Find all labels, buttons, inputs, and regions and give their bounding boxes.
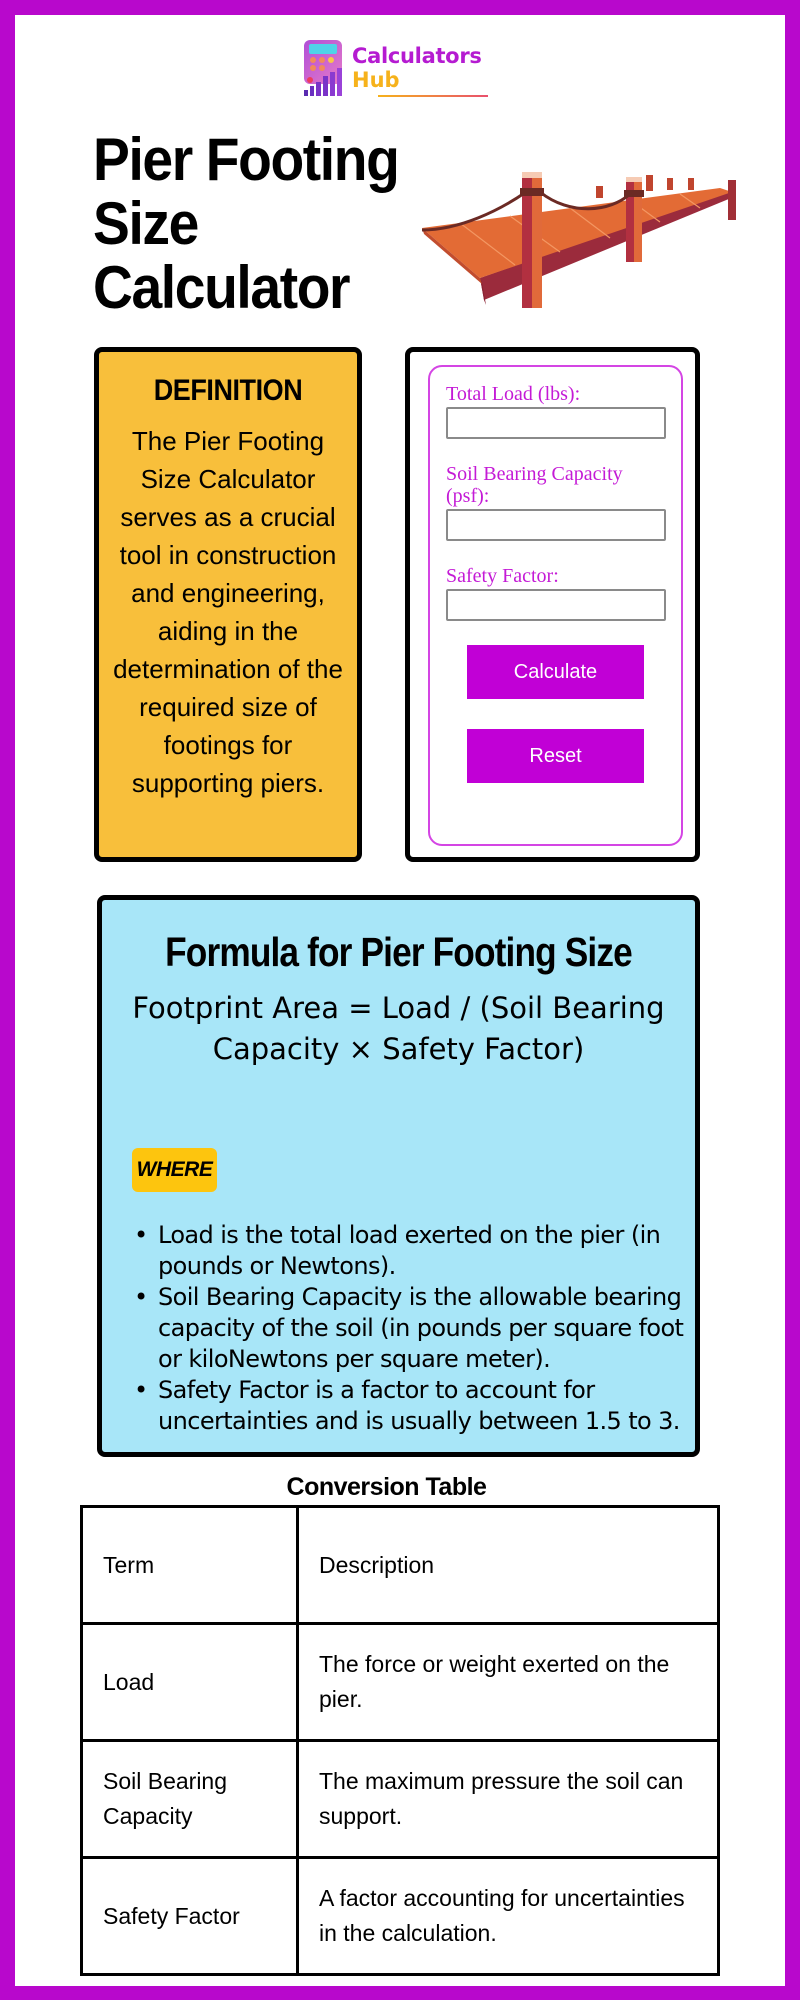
soil-bearing-group: Soil Bearing Capacity (psf):	[446, 463, 666, 541]
calculator-form: Total Load (lbs): Soil Bearing Capacity …	[428, 365, 683, 846]
table-row: Soil Bearing Capacity The maximum pressu…	[80, 1739, 720, 1859]
header-cell-term: Term	[80, 1505, 299, 1625]
calculator-card: Total Load (lbs): Soil Bearing Capacity …	[405, 347, 700, 862]
table-row: Safety Factor A factor accounting for un…	[80, 1856, 720, 1976]
term-cell: Safety Factor	[80, 1856, 299, 1976]
definition-text: The Pier Footing Size Calculator serves …	[113, 426, 343, 798]
table-title: Conversion Table	[286, 1473, 487, 1501]
brand-logo[interactable]: Calculators Hub	[302, 38, 492, 102]
calculator-bars-icon	[304, 40, 342, 96]
conversion-table: Term Description Load The force or weigh…	[80, 1505, 720, 1976]
safety-factor-label: Safety Factor:	[446, 565, 559, 587]
formula-heading: Formula for Pier Footing Size	[165, 929, 633, 975]
total-load-group: Total Load (lbs):	[446, 383, 666, 439]
safety-factor-group: Safety Factor:	[446, 565, 666, 621]
definition-card: DEFINITION The Pier Footing Size Calcula…	[94, 347, 362, 862]
table-row: Load The force or weight exerted on the …	[80, 1622, 720, 1742]
brand-name: Calculators	[352, 44, 482, 68]
page-title: Pier Footing Size Calculator	[93, 126, 400, 321]
description-cell: The maximum pressure the soil can suppor…	[296, 1739, 720, 1859]
term-cell: Load	[80, 1622, 299, 1742]
definition-item-load: Load is the total load exerted on the pi…	[132, 1220, 692, 1282]
soil-bearing-label: Soil Bearing Capacity (psf):	[446, 463, 623, 507]
total-load-input[interactable]	[446, 407, 666, 439]
reset-button[interactable]: Reset	[467, 729, 644, 783]
description-cell: The force or weight exerted on the pier.	[296, 1622, 720, 1742]
description-cell: A factor accounting for uncertainties in…	[296, 1856, 720, 1976]
variable-definitions: Load is the total load exerted on the pi…	[132, 1220, 692, 1437]
term-cell: Soil Bearing Capacity	[80, 1739, 299, 1859]
definition-heading: DEFINITION	[153, 374, 303, 407]
where-badge: WHERE	[132, 1148, 217, 1192]
definition-item-safety-factor: Safety Factor is a factor to account for…	[132, 1375, 692, 1437]
soil-bearing-capacity-input[interactable]	[446, 509, 666, 541]
wooden-pier-illustration	[421, 172, 736, 308]
header-cell-description: Description	[296, 1505, 720, 1625]
total-load-label: Total Load (lbs):	[446, 383, 581, 405]
calculate-button[interactable]: Calculate	[467, 645, 644, 699]
definition-item-soil-bearing: Soil Bearing Capacity is the allowable b…	[132, 1282, 692, 1375]
formula-card: Formula for Pier Footing Size Footprint …	[97, 895, 700, 1457]
brand-name-sub: Hub	[352, 68, 400, 92]
logo-underline	[378, 95, 488, 97]
table-header-row: Term Description	[80, 1505, 720, 1625]
formula-equation: Footprint Area = Load / (Soil Bearing Ca…	[132, 991, 665, 1066]
safety-factor-input[interactable]	[446, 589, 666, 621]
